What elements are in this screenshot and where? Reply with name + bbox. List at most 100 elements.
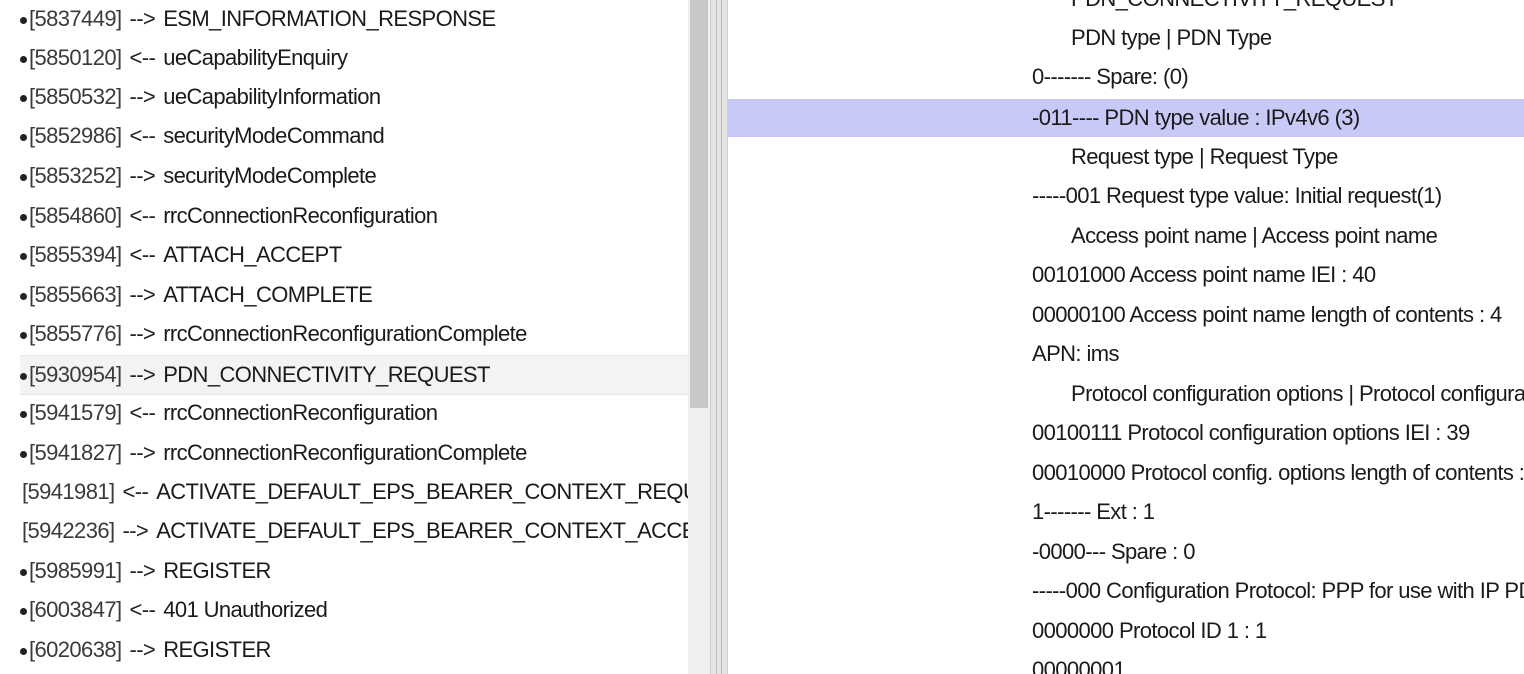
message-detail-pane: PDN_CONNECTIVITY_REQUEST PDN type | PDN T… xyxy=(728,0,1524,674)
list-item[interactable]: [5941579] <-- rrcConnectionReconfiguration xyxy=(20,394,688,432)
detail-line-text: Protocol configuration options | Protoco… xyxy=(1071,381,1524,406)
bullet-icon xyxy=(20,133,27,141)
list-item[interactable]: [5853252] --> securityModeComplete xyxy=(20,157,688,195)
detail-line-text: Request type | Request Type xyxy=(1071,144,1338,169)
list-item[interactable]: [5941827] --> rrcConnectionReconfiguration… xyxy=(20,434,688,472)
detail-line-text: -----000 Configuration Protocol: PPP for… xyxy=(1032,578,1524,603)
detail-line[interactable]: PDN type | PDN Type xyxy=(728,19,1524,57)
message-list-pane: [5837449] --> ESM_INFORMATION_RESPONSE [585… xyxy=(0,0,688,674)
detail-line-text: 1------- Ext : 1 xyxy=(1032,499,1155,524)
message-name: rrcConnectionReconfiguration xyxy=(163,203,438,228)
direction-arrow: --> xyxy=(129,558,156,583)
message-name: 401 Unauthorized xyxy=(163,597,328,622)
message-name: rrcConnectionReconfigurationComplete xyxy=(163,321,527,346)
list-item[interactable]: [5852986] <-- securityModeCommand xyxy=(20,117,688,155)
list-item-selected[interactable]: [5930954] --> PDN_CONNECTIVITY_REQUEST xyxy=(20,355,688,395)
direction-arrow: --> xyxy=(129,6,156,31)
direction-arrow: --> xyxy=(129,282,156,307)
detail-line[interactable]: Request type | Request Type xyxy=(728,138,1524,176)
bullet-icon xyxy=(20,16,27,24)
detail-line[interactable]: APN: ims xyxy=(728,335,1524,373)
list-item[interactable]: [5985991] --> REGISTER xyxy=(20,552,688,590)
message-name: ESM_INFORMATION_RESPONSE xyxy=(163,6,496,31)
detail-line[interactable]: 00101000 Access point name IEI : 40 xyxy=(728,256,1524,294)
detail-line[interactable]: -----001 Request type value: Initial req… xyxy=(728,177,1524,215)
detail-line[interactable]: 00000001 xyxy=(728,651,1524,674)
list-item[interactable]: [5837449] --> ESM_INFORMATION_RESPONSE xyxy=(20,0,688,38)
detail-line[interactable]: 00010000 Protocol config. options length… xyxy=(728,454,1524,492)
message-id: [5855394] xyxy=(29,242,122,267)
detail-line[interactable]: 00000100 Access point name length of con… xyxy=(728,296,1524,334)
message-name: ACTIVATE_DEFAULT_EPS_BEARER_CONTEXT_REQU… xyxy=(156,479,688,504)
detail-line[interactable]: Access point name | Access point name xyxy=(728,217,1524,255)
message-name: REGISTER xyxy=(163,637,271,662)
bullet-icon xyxy=(20,213,27,221)
pane-splitter[interactable] xyxy=(710,0,728,674)
detail-line-text: PDN_CONNECTIVITY_REQUEST xyxy=(1071,0,1398,12)
direction-arrow: <-- xyxy=(129,597,156,622)
list-item[interactable]: [5855663] --> ATTACH_COMPLETE xyxy=(20,276,688,314)
detail-line[interactable]: 00100111 Protocol configuration options … xyxy=(728,414,1524,452)
detail-line[interactable]: 0------- Spare: (0) xyxy=(728,58,1524,96)
message-name: REGISTER xyxy=(163,558,271,583)
message-name: securityModeCommand xyxy=(163,123,385,148)
bullet-icon xyxy=(20,647,27,655)
detail-line[interactable]: 1------- Ext : 1 xyxy=(728,493,1524,531)
list-item[interactable]: [5855394] <-- ATTACH_ACCEPT xyxy=(20,236,688,274)
bullet-icon xyxy=(20,55,27,63)
bullet-icon xyxy=(20,450,27,458)
direction-arrow: --> xyxy=(129,84,156,109)
detail-line[interactable]: -0000--- Spare : 0 xyxy=(728,533,1524,571)
message-name: ACTIVATE_DEFAULT_EPS_BEARER_CONTEXT_ACCE… xyxy=(156,518,688,543)
detail-line[interactable]: 0000000 Protocol ID 1 : 1 xyxy=(728,612,1524,650)
message-name: securityModeComplete xyxy=(163,163,377,188)
list-item[interactable]: [6003847] <-- 401 Unauthorized xyxy=(20,591,688,629)
scrollbar-thumb[interactable] xyxy=(690,0,708,408)
detail-line-text: 00000100 Access point name length of con… xyxy=(1032,302,1502,327)
detail-line-text: -----001 Request type value: Initial req… xyxy=(1032,183,1442,208)
detail-line-text: 00000001 xyxy=(1032,657,1126,674)
message-name: rrcConnectionReconfigurationComplete xyxy=(163,440,527,465)
message-id: [5837449] xyxy=(29,6,122,31)
bullet-icon xyxy=(20,94,27,102)
message-id: [5941981] xyxy=(22,479,115,504)
message-id: [5941579] xyxy=(29,400,122,425)
message-id: [5855663] xyxy=(29,282,122,307)
list-item[interactable]: [5941981] <-- ACTIVATE_DEFAULT_EPS_BEARER_… xyxy=(20,473,688,511)
bullet-icon xyxy=(20,173,27,181)
detail-line-text: -011---- PDN type value : IPv4v6 (3) xyxy=(1032,105,1360,130)
message-id: [6020638] xyxy=(29,637,122,662)
message-id: [5853252] xyxy=(29,163,122,188)
detail-line-highlighted[interactable]: -011---- PDN type value : IPv4v6 (3) xyxy=(728,99,1524,137)
list-item[interactable]: [6020638] --> REGISTER xyxy=(20,631,688,669)
list-item[interactable]: [5850120] <-- ueCapabilityEnquiry xyxy=(20,39,688,77)
detail-line[interactable]: -----000 Configuration Protocol: PPP for… xyxy=(728,572,1524,610)
message-id: [6003847] xyxy=(29,597,122,622)
direction-arrow: --> xyxy=(122,518,149,543)
direction-arrow: --> xyxy=(129,362,156,387)
message-id: [5852986] xyxy=(29,123,122,148)
detail-line[interactable]: Protocol configuration options | Protoco… xyxy=(728,375,1524,413)
log-viewer-window: [5837449] --> ESM_INFORMATION_RESPONSE [585… xyxy=(0,0,1524,674)
list-item[interactable]: [5942236] --> ACTIVATE_DEFAULT_EPS_BEARER_… xyxy=(20,512,688,550)
direction-arrow: --> xyxy=(129,440,156,465)
bullet-icon xyxy=(20,252,27,260)
detail-line-text: PDN type | PDN Type xyxy=(1071,25,1272,50)
message-id: [5941827] xyxy=(29,440,122,465)
message-name: rrcConnectionReconfiguration xyxy=(163,400,438,425)
bullet-icon xyxy=(20,410,27,418)
message-list-scrollbar[interactable] xyxy=(688,0,710,674)
detail-line-text: -0000--- Spare : 0 xyxy=(1032,539,1195,564)
list-item[interactable]: [5850532] --> ueCapabilityInformation xyxy=(20,78,688,116)
message-id: [5942236] xyxy=(22,518,115,543)
message-name: PDN_CONNECTIVITY_REQUEST xyxy=(163,362,490,387)
list-item[interactable]: [5854860] <-- rrcConnectionReconfiguration xyxy=(20,197,688,235)
direction-arrow: <-- xyxy=(129,400,156,425)
list-item[interactable]: [5855776] --> rrcConnectionReconfiguration… xyxy=(20,315,688,353)
message-id: [5855776] xyxy=(29,321,122,346)
direction-arrow: --> xyxy=(129,321,156,346)
direction-arrow: <-- xyxy=(129,45,156,70)
message-id: [5850532] xyxy=(29,84,122,109)
detail-line[interactable]: PDN_CONNECTIVITY_REQUEST xyxy=(728,0,1524,18)
bullet-icon xyxy=(20,331,27,339)
